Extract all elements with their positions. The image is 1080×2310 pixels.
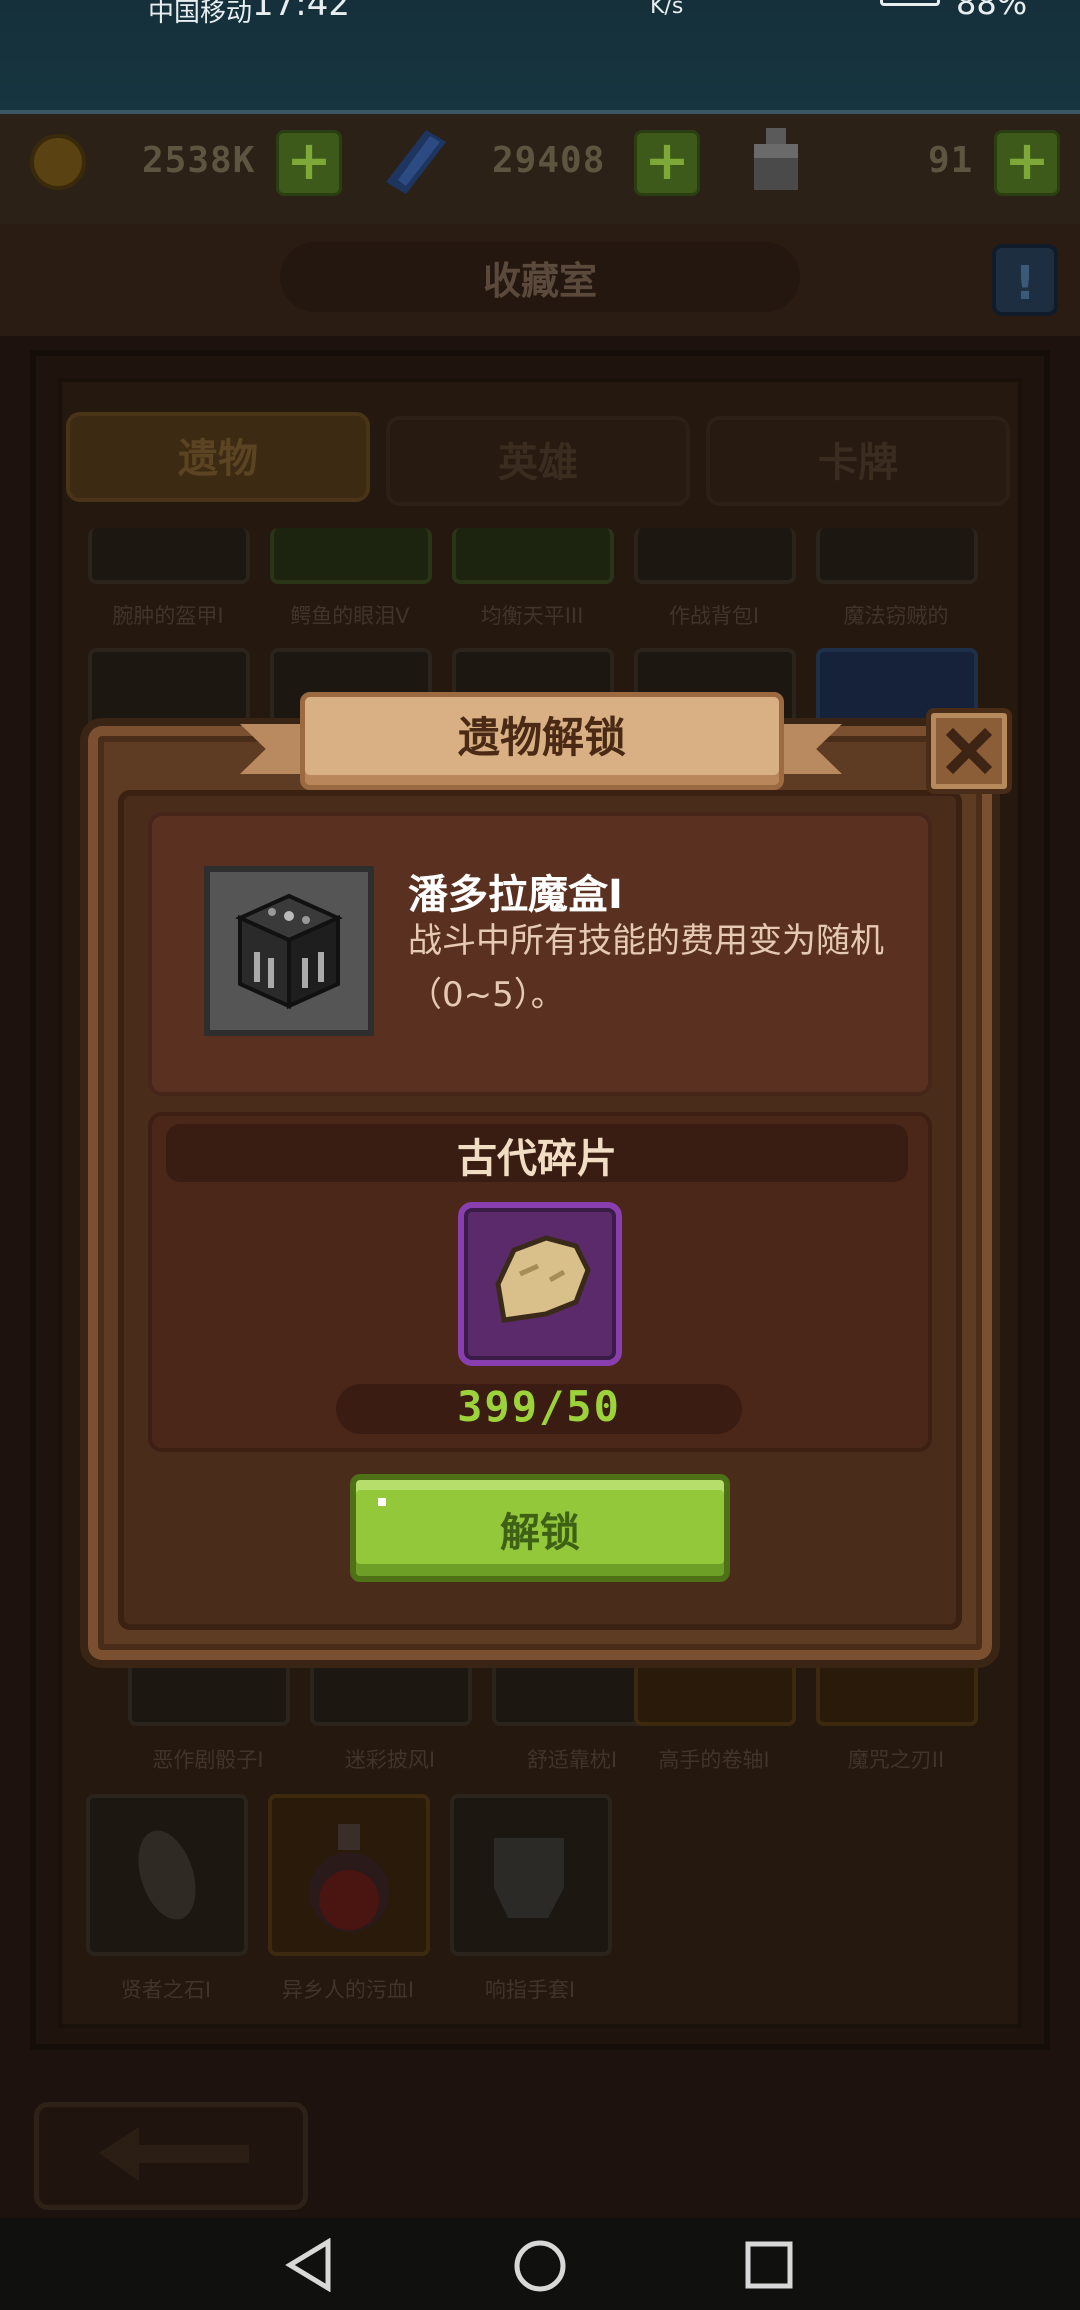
tab-cards[interactable]: 卡牌	[706, 416, 1010, 506]
relic-label: 鳄鱼的眼泪V	[290, 604, 410, 628]
relic-slot[interactable]	[270, 528, 432, 584]
bottle-icon	[748, 128, 804, 190]
relic-slot[interactable]	[450, 1794, 612, 1956]
bottle-amount: 91	[928, 140, 974, 181]
relic-label: 贤者之石I	[120, 1978, 212, 2002]
potion-icon	[309, 1824, 389, 1932]
network-speed: K/s	[650, 0, 684, 19]
nav-recents-icon[interactable]	[744, 2240, 794, 2290]
add-gold-button[interactable]: +	[276, 130, 342, 196]
fragment-frame	[458, 1202, 622, 1366]
relic-slot[interactable]	[268, 1794, 430, 1956]
relic-label: 均衡天平III	[480, 604, 584, 628]
nav-back-icon[interactable]	[284, 2238, 334, 2292]
system-nav-bar	[0, 2218, 1080, 2310]
relic-slot[interactable]	[88, 528, 250, 584]
pandora-box-icon	[210, 872, 368, 1030]
carrier-label: 中国移动	[148, 0, 253, 28]
relic-label: 异乡人的污血I	[281, 1978, 415, 2002]
relic-label: 作战背包I	[668, 604, 760, 628]
relic-label: 魔咒之刃II	[847, 1748, 945, 1772]
close-button[interactable]	[926, 708, 1012, 794]
relic-icon-frame	[204, 866, 374, 1036]
relic-description: 战斗中所有技能的费用变为随机（0~5）。	[408, 921, 884, 1015]
battery-level: 88%	[956, 0, 1028, 22]
unlock-button-label: 解锁	[500, 1510, 580, 1556]
ancient-fragment-icon	[495, 1235, 591, 1323]
add-bottle-button[interactable]: +	[994, 130, 1060, 196]
stone-icon	[138, 1830, 196, 1920]
clock: 17:42	[252, 0, 350, 24]
add-gems-button[interactable]: +	[634, 130, 700, 196]
gold-amount: 2538K	[142, 140, 256, 181]
glove-icon	[494, 1838, 564, 1918]
relic-slot[interactable]	[634, 528, 796, 584]
tab-heroes[interactable]: 英雄	[386, 416, 690, 506]
relic-label: 腕肿的盔甲I	[112, 604, 224, 628]
help-button[interactable]: !	[992, 244, 1058, 316]
fragment-count: 399/50	[457, 1382, 621, 1431]
gold-coin-icon	[30, 134, 86, 190]
battery-icon	[880, 0, 940, 6]
tab-relics[interactable]: 遗物	[66, 412, 370, 502]
relic-slot[interactable]	[452, 528, 614, 584]
dialog-title: 遗物解锁	[457, 713, 626, 762]
relic-name: 潘多拉魔盒I	[408, 872, 623, 918]
relic-label: 高手的卷轴I	[658, 1748, 770, 1772]
back-arrow-icon	[99, 2127, 249, 2181]
relic-label: 魔法窃贼的	[843, 604, 949, 628]
relic-label: 迷彩披风I	[344, 1748, 436, 1772]
cost-title: 古代碎片	[457, 1136, 617, 1182]
close-icon	[945, 727, 993, 775]
status-bar: 中国移动 17:42 K/s 88%	[0, 0, 1080, 110]
relic-label: 响指手套I	[484, 1978, 576, 2002]
nav-home-icon[interactable]	[512, 2238, 568, 2294]
gem-icon	[386, 130, 446, 194]
back-button[interactable]	[34, 2102, 308, 2210]
page-title: 收藏室	[482, 259, 597, 303]
gem-amount: 29408	[492, 140, 606, 181]
relic-slot[interactable]	[816, 528, 978, 584]
relic-slot[interactable]	[86, 1794, 248, 1956]
relic-label: 恶作剧骰子I	[152, 1748, 264, 1772]
